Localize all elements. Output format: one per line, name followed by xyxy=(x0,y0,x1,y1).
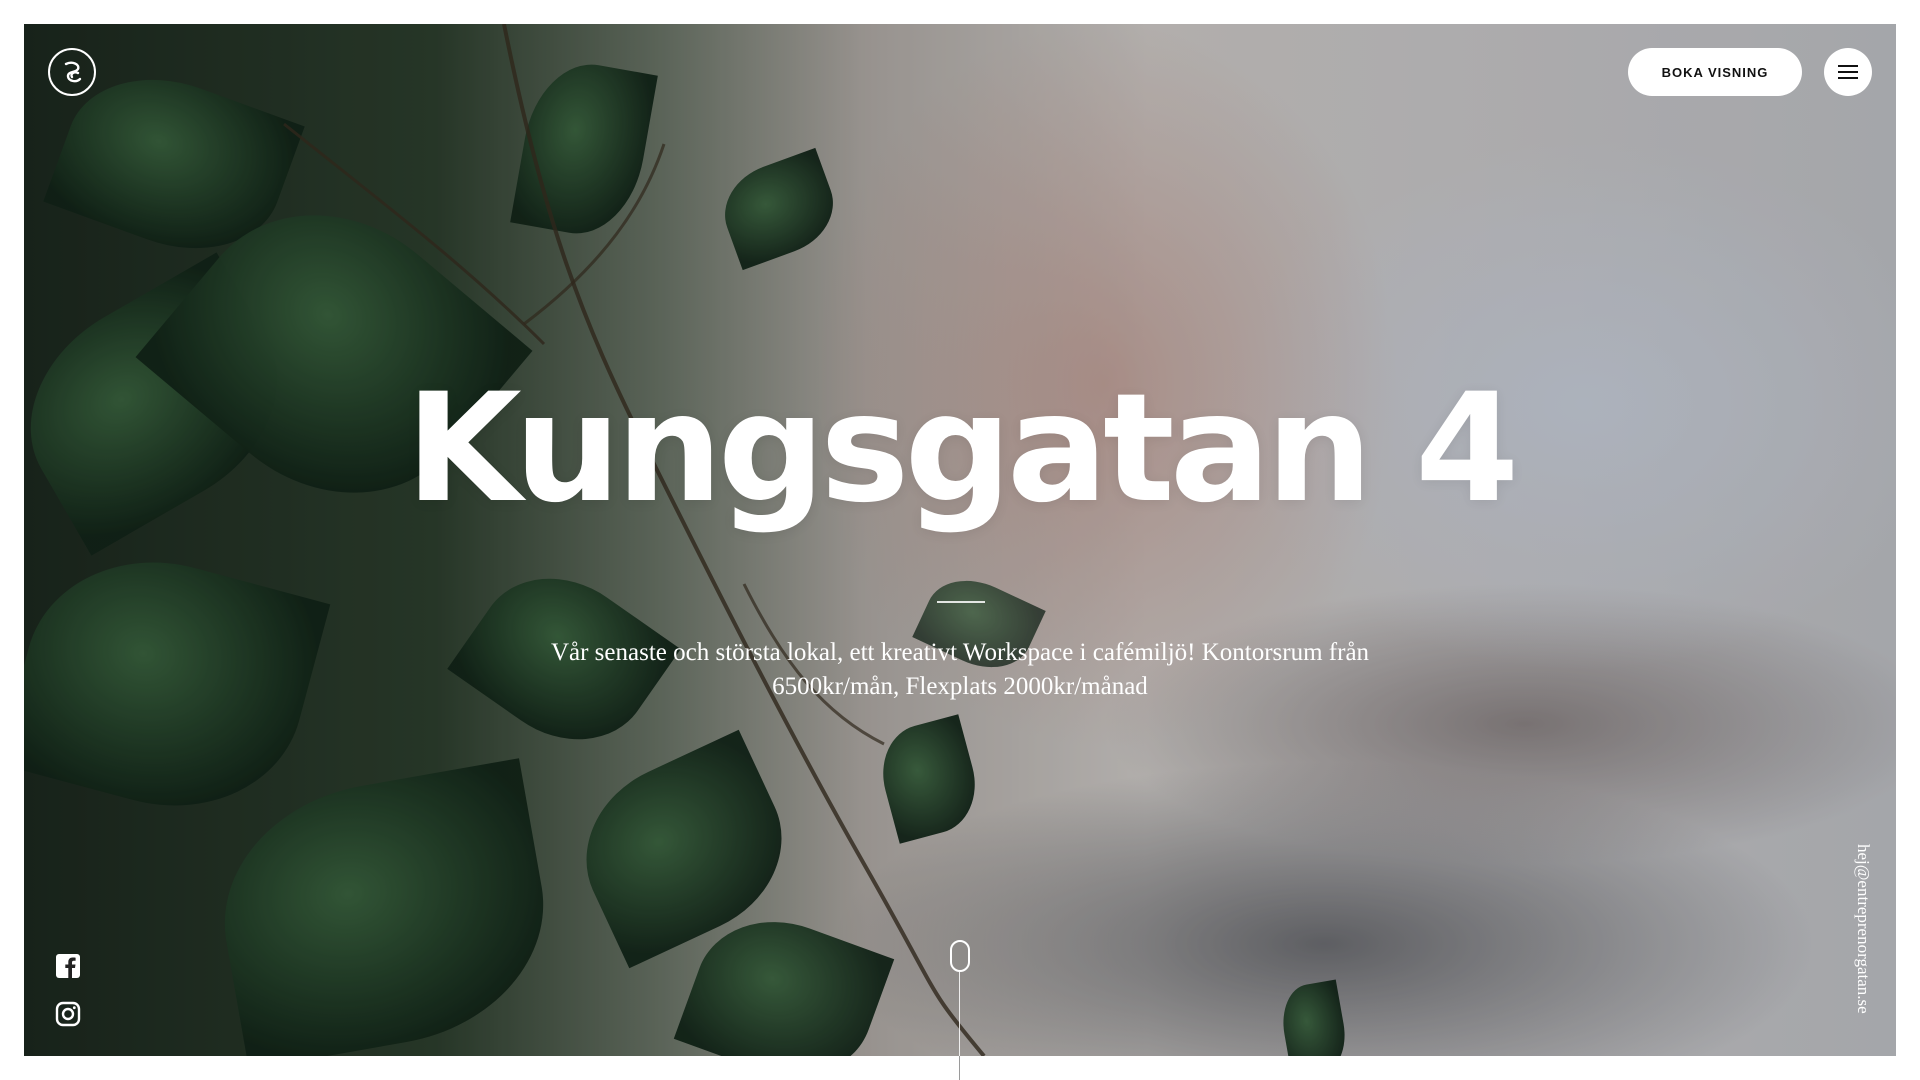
menu-button[interactable] xyxy=(1824,48,1872,96)
hero-subtitle: Vår senaste och största lokal, ett kreat… xyxy=(550,639,1370,700)
hero-title: Kungsgatan 4 xyxy=(405,362,1520,536)
instagram-link[interactable] xyxy=(54,1000,82,1028)
title-divider xyxy=(937,601,985,603)
hamburger-menu-icon xyxy=(1838,65,1858,79)
book-viewing-button[interactable]: BOKA VISNING xyxy=(1628,48,1802,96)
hero-section: BOKA VISNING Kungsgatan 4 Vår senaste oc… xyxy=(24,24,1896,1056)
contact-email-link[interactable]: hej@entreprenorgatan.se xyxy=(1848,844,1878,1024)
facebook-link[interactable] xyxy=(54,952,82,980)
hero-overlay xyxy=(24,24,1896,1056)
logo-icon[interactable] xyxy=(48,48,96,96)
scroll-line xyxy=(959,972,960,1056)
entreprenorgatan-logo-icon xyxy=(64,61,82,83)
instagram-icon xyxy=(55,1001,81,1027)
scroll-mouse-icon[interactable] xyxy=(950,940,970,972)
scroll-line-outside xyxy=(959,1056,960,1080)
facebook-icon xyxy=(56,954,80,978)
